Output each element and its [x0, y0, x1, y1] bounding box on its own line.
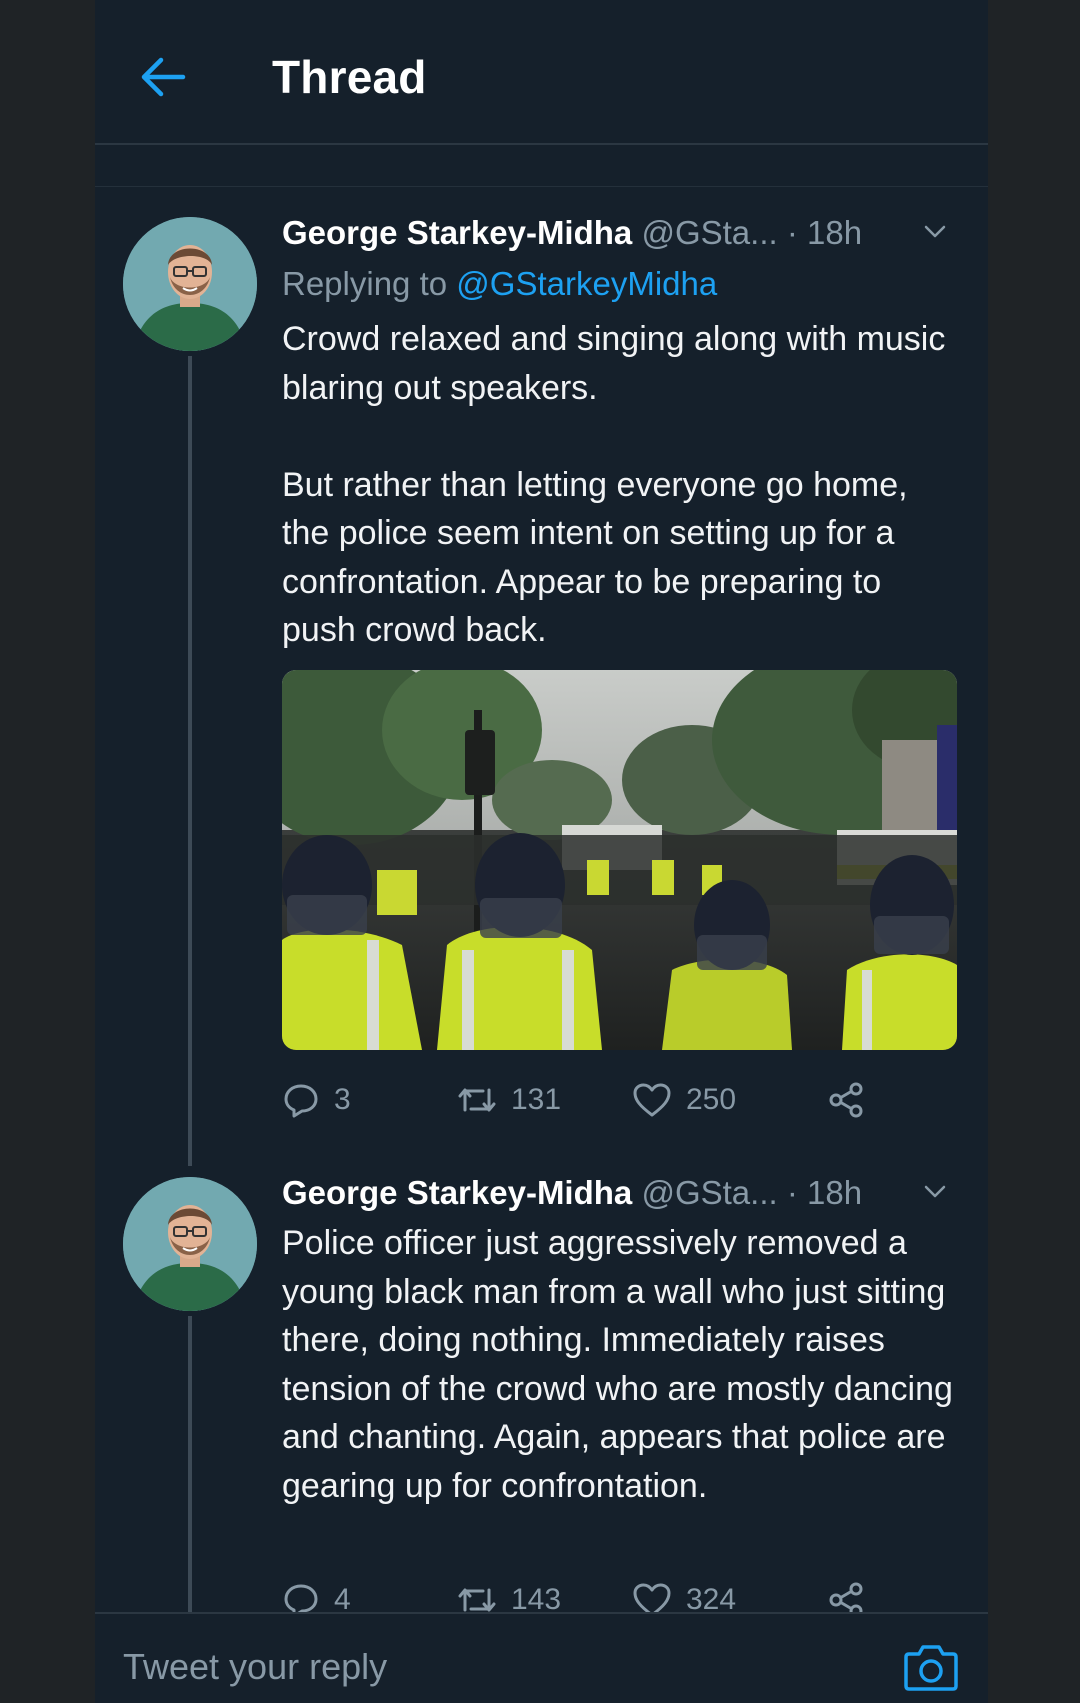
avatar[interactable] [123, 1177, 257, 1311]
reply-input[interactable]: Tweet your reply [123, 1646, 387, 1688]
thread-connector [188, 1316, 192, 1612]
tweet[interactable]: George Starkey-Midha @GSta... · 18h Poli… [95, 0, 988, 1618]
reply-composer: Tweet your reply [95, 1612, 988, 1703]
tweet-header: George Starkey-Midha @GSta... · 18h [282, 1174, 862, 1212]
camera-icon [904, 1645, 958, 1691]
tweet-text: Police officer just aggressively removed… [282, 1224, 963, 1505]
thread-screen: Thread George Starkey-Midha @GSta... · 1… [95, 0, 988, 1703]
author-handle[interactable]: @GSta... [641, 1174, 777, 1211]
author-name[interactable]: George Starkey-Midha [282, 1174, 632, 1211]
chevron-down-icon[interactable] [924, 1185, 946, 1199]
timestamp[interactable]: 18h [807, 1174, 862, 1211]
camera-button[interactable] [903, 1642, 959, 1692]
profile-photo [123, 1177, 257, 1311]
separator: · [786, 1174, 798, 1211]
